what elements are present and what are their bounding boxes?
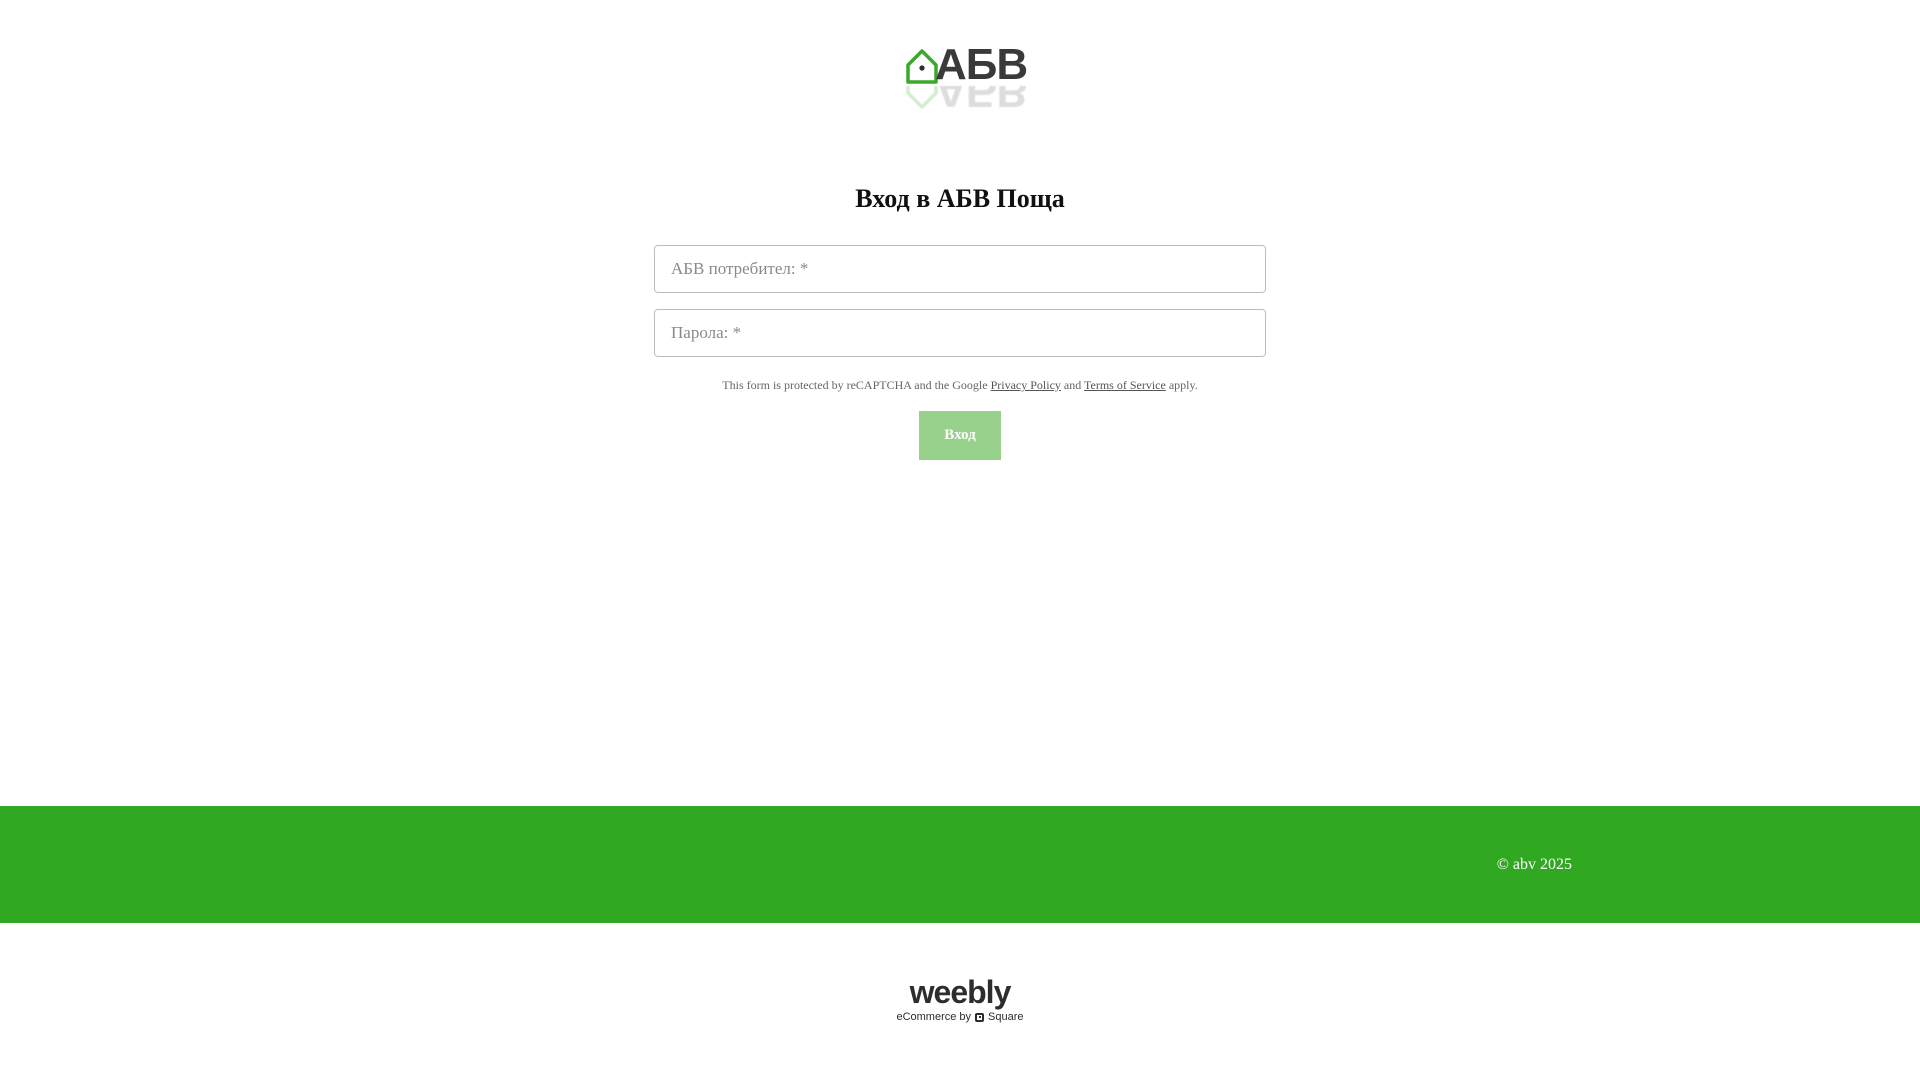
weebly-tagline-brand: Square [988,1011,1024,1023]
logo-text-reflection: АБВ [935,86,1028,112]
footer: © abv 2025 [0,806,1920,923]
username-input[interactable] [654,245,1266,293]
recaptcha-and: and [1063,378,1082,392]
recaptcha-prefix: This form is protected by reCAPTCHA and … [722,378,988,392]
login-button[interactable]: Вход [919,411,1001,460]
logo-main: АБВ [905,40,1028,89]
house-icon [906,49,938,84]
weebly-badge[interactable]: weebly eCommerce by Square [0,975,1920,1024]
logo-text: АБВ [935,40,1028,89]
abv-logo[interactable]: АБВ АБВ [905,43,1028,114]
logo-reflection: АБВ [905,86,1027,112]
weebly-tagline: eCommerce by Square [0,1010,1920,1024]
recaptcha-notice: This form is protected by reCAPTCHA and … [0,376,1920,394]
terms-of-service-link[interactable]: Terms of Service [1084,378,1166,392]
square-logo-icon [975,1012,985,1022]
copyright-text: © abv 2025 [1496,856,1572,873]
privacy-policy-link[interactable]: Privacy Policy [991,378,1061,392]
page-title: Вход в АБВ Поща [855,184,1065,213]
weebly-tagline-prefix: eCommerce by [896,1011,972,1023]
password-input[interactable] [654,309,1266,357]
page: АБВ АБВ Вход в АБВ Поща This form is pro… [0,0,1920,1080]
weebly-wordmark: weebly [909,974,1012,1010]
house-icon-reflection [906,86,938,109]
recaptcha-suffix: apply. [1168,378,1198,392]
